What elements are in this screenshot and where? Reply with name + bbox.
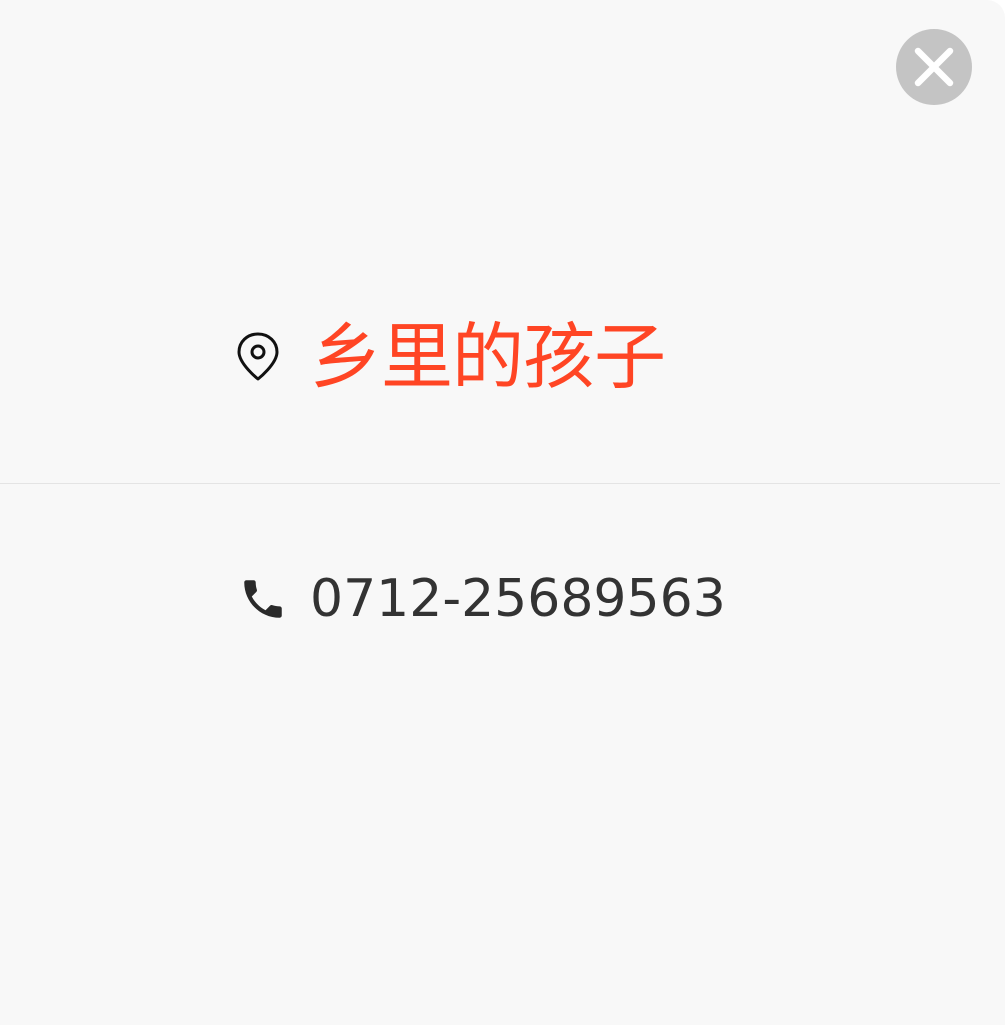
shop-name-row: 乡里的孩子	[236, 312, 666, 402]
shop-info-dialog: 乡里的孩子 0712-25689563	[0, 0, 1005, 1025]
close-button[interactable]	[896, 29, 972, 105]
phone-row[interactable]: 0712-25689563	[236, 566, 726, 632]
close-icon	[914, 47, 954, 87]
shop-name: 乡里的孩子	[310, 315, 666, 399]
phone-number: 0712-25689563	[310, 569, 726, 629]
location-pin-icon	[237, 332, 279, 381]
phone-icon	[244, 580, 282, 618]
divider	[0, 483, 1000, 484]
